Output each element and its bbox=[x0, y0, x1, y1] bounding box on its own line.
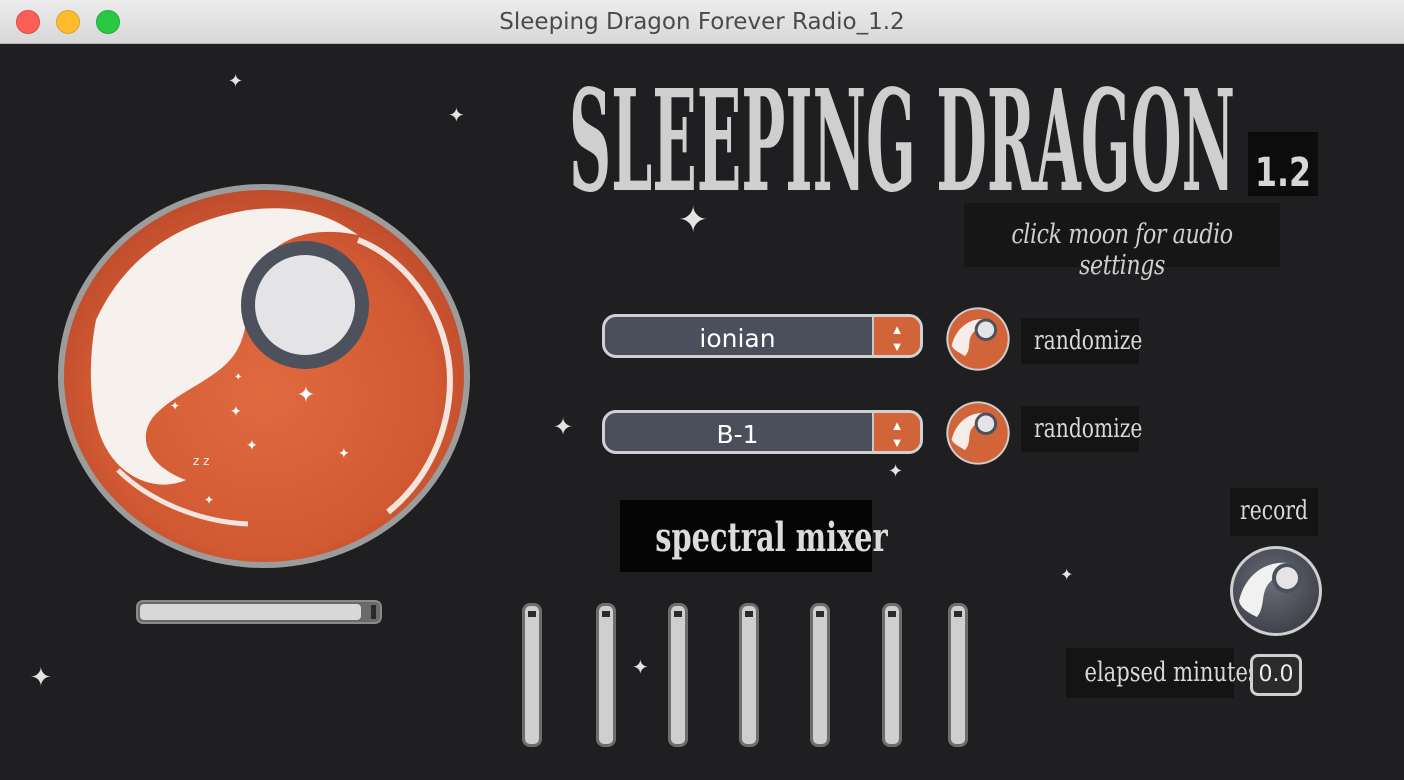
fader-handle[interactable] bbox=[528, 611, 536, 617]
randomize-mode-label[interactable]: randomize bbox=[1021, 318, 1143, 364]
svg-text:✦: ✦ bbox=[338, 445, 350, 461]
elapsed-minutes-value: 0.0 bbox=[1250, 654, 1302, 696]
fader-handle[interactable] bbox=[888, 611, 896, 617]
svg-text:✦: ✦ bbox=[297, 382, 315, 407]
mode-select[interactable]: ionian ▲ ▼ bbox=[602, 314, 923, 358]
randomize-mode-button[interactable] bbox=[945, 306, 1011, 372]
sparkle-icon: ✦ bbox=[1060, 567, 1074, 584]
root-note-select-value: B-1 bbox=[716, 420, 759, 449]
mixer-fader-3[interactable] bbox=[668, 603, 688, 747]
window-title: Sleeping Dragon Forever Radio_1.2 bbox=[499, 9, 905, 35]
sparkle-icon: ✦ bbox=[30, 662, 52, 692]
elapsed-minutes-text: elapsed minutes bbox=[1084, 657, 1259, 688]
mixer-fader-6[interactable] bbox=[882, 603, 902, 747]
sparkle-icon: ✦ bbox=[678, 199, 709, 240]
mixer-fader-4[interactable] bbox=[739, 603, 759, 747]
fader-handle[interactable] bbox=[816, 611, 824, 617]
svg-text:✦: ✦ bbox=[246, 437, 258, 453]
mode-select-value: ionian bbox=[699, 324, 776, 353]
randomize-root-label[interactable]: randomize bbox=[1021, 406, 1143, 452]
record-text: record bbox=[1240, 496, 1308, 526]
sparkle-icon: ✦ bbox=[632, 657, 649, 679]
svg-text:✦: ✦ bbox=[234, 372, 242, 383]
mixer-fader-2[interactable] bbox=[596, 603, 616, 747]
svg-text:✦: ✦ bbox=[230, 403, 242, 419]
fader-handle[interactable] bbox=[954, 611, 962, 617]
version-label: 1.2 bbox=[1255, 150, 1311, 196]
progress-fill bbox=[140, 604, 361, 620]
svg-text:✦: ✦ bbox=[204, 493, 214, 507]
snore-text: z z bbox=[193, 454, 209, 468]
version-badge: 1.2 bbox=[1248, 132, 1318, 196]
sparkle-icon: ✦ bbox=[228, 71, 244, 91]
svg-text:✦: ✦ bbox=[170, 399, 180, 413]
root-note-select[interactable]: B-1 ▲ ▼ bbox=[602, 410, 923, 454]
audio-settings-hint: click moon for audio settings bbox=[964, 203, 1280, 281]
randomize-mode-text: randomize bbox=[1033, 326, 1143, 356]
spectral-mixer-text: spectral mixer bbox=[655, 514, 888, 561]
chevron-up-icon: ▲ bbox=[890, 322, 904, 337]
chevron-up-icon: ▲ bbox=[890, 418, 904, 433]
chevron-down-icon: ▼ bbox=[890, 339, 904, 354]
logo-title: SLEEPING DRAGON bbox=[569, 60, 1235, 200]
app-logo: SLEEPING DRAGON bbox=[569, 60, 1235, 200]
playback-progress-bar[interactable] bbox=[136, 600, 382, 624]
mixer-fader-5[interactable] bbox=[810, 603, 830, 747]
hint-text: click moon for audio settings bbox=[1011, 219, 1233, 281]
sparkle-icon: ✦ bbox=[448, 105, 465, 127]
fader-handle[interactable] bbox=[674, 611, 682, 617]
sparkle-icon: ✦ bbox=[553, 414, 574, 441]
mixer-fader-7[interactable] bbox=[948, 603, 968, 747]
elapsed-minutes-label: elapsed minutes bbox=[1066, 648, 1259, 698]
fader-handle[interactable] bbox=[745, 611, 753, 617]
randomize-root-text: randomize bbox=[1033, 414, 1143, 444]
randomize-root-button[interactable] bbox=[945, 400, 1011, 466]
record-label: record bbox=[1230, 488, 1318, 536]
sparkle-icon: ✦ bbox=[888, 461, 904, 481]
mixer-fader-1[interactable] bbox=[522, 603, 542, 747]
record-button[interactable] bbox=[1229, 545, 1323, 637]
moon-audio-settings-button[interactable]: z z ✦ ✦ ✦ ✦ ✦ ✦ ✦ bbox=[58, 180, 470, 572]
progress-handle[interactable] bbox=[371, 605, 376, 619]
spectral-mixer-title: spectral mixer bbox=[620, 500, 888, 572]
fader-handle[interactable] bbox=[602, 611, 610, 617]
window-titlebar: Sleeping Dragon Forever Radio_1.2 bbox=[0, 0, 1404, 44]
root-note-select-arrows[interactable]: ▲ ▼ bbox=[872, 413, 920, 451]
chevron-down-icon: ▼ bbox=[890, 435, 904, 450]
mode-select-arrows[interactable]: ▲ ▼ bbox=[872, 317, 920, 355]
